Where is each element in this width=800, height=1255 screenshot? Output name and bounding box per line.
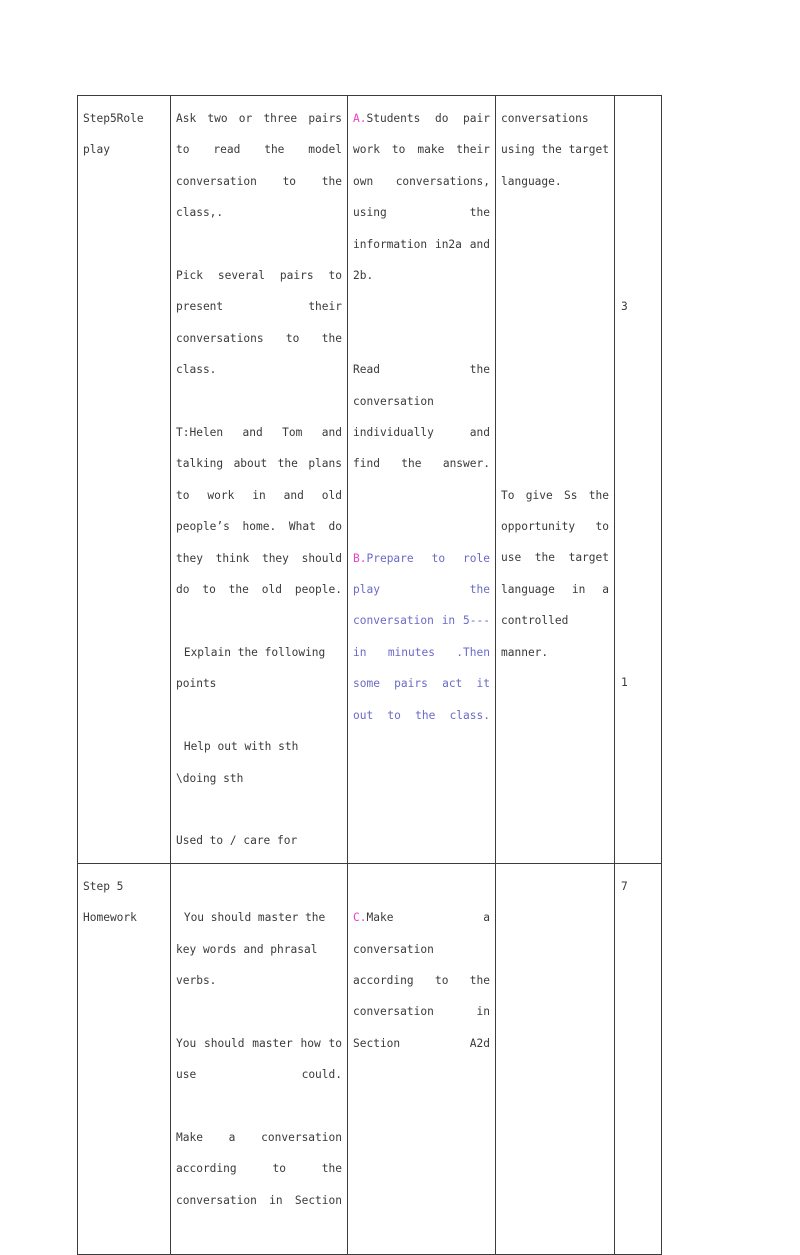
minutes-value-3: 7 xyxy=(621,879,628,893)
spacer-block xyxy=(501,229,609,480)
student-block-b-text: Prepare to role play the conversation in… xyxy=(353,551,490,722)
spacer-line xyxy=(353,871,490,902)
document-page: Step5Role play Ask two or three pairs to… xyxy=(0,0,800,1255)
homework-activity-box: You should master the key words and phra… xyxy=(171,864,347,1254)
cell-teacher-activity: You should master the key words and phra… xyxy=(170,862,348,1255)
homework-para-2: You should master how to use could. xyxy=(176,1036,342,1082)
student-block-c: C.Make a conversation according to the c… xyxy=(353,902,490,1090)
minutes-box: 3 1 xyxy=(615,96,661,705)
homework-para-1: You should master the key words and phra… xyxy=(176,911,326,987)
student-block-c-text: Make a conversation according to the con… xyxy=(353,911,490,1050)
minutes-value-1: 3 xyxy=(621,300,628,313)
cell-student-activity: C.Make a conversation according to the c… xyxy=(347,862,496,1255)
cell-step-label: Step 5 Homework xyxy=(77,862,171,1255)
homework-label-line1: Step 5 xyxy=(83,879,124,893)
homework-label-box: Step 5 Homework xyxy=(78,864,170,940)
teacher-para-1: Ask two or three pairs to read the model… xyxy=(176,112,342,220)
student-block-a: A.Students do pair work to make their ow… xyxy=(353,103,490,323)
cell-minutes: 3 1 xyxy=(614,95,662,864)
spacer-block xyxy=(621,322,656,667)
teacher-para-4: Explain the following points xyxy=(176,645,326,691)
purpose-box: conversations using the target language.… xyxy=(496,96,614,705)
marker-a: A. xyxy=(353,112,367,125)
cell-purpose: conversations using the target language.… xyxy=(495,95,615,864)
lesson-plan-table: Step5Role play Ask two or three pairs to… xyxy=(77,95,662,1255)
teacher-para-3: T:Helen and Tom and talking about the pl… xyxy=(176,426,342,597)
purpose-para-empty xyxy=(501,871,609,902)
student-block-b: B.Prepare to role play the conversation … xyxy=(353,543,490,763)
homework-label-line2: Homework xyxy=(83,911,137,925)
purpose-para-1: conversations using the target language. xyxy=(501,112,609,188)
minutes-value-2: 1 xyxy=(621,676,628,690)
spacer-line xyxy=(353,511,490,542)
cell-teacher-activity: Ask two or three pairs to read the model… xyxy=(170,95,348,864)
homework-para-3: Make a conversation according to the con… xyxy=(176,1130,342,1207)
cell-minutes: 7 xyxy=(614,862,662,1255)
minutes-box: 7 xyxy=(615,864,661,908)
marker-b: B. xyxy=(353,551,367,565)
cell-purpose xyxy=(495,862,615,1255)
homework-student-box: C.Make a conversation according to the c… xyxy=(348,864,495,1097)
student-block-a-text: Students do pair work to make their own … xyxy=(353,112,490,283)
table-row: Step 5 Homework You should master the ke… xyxy=(77,862,662,1255)
spacer-block xyxy=(621,103,656,291)
cell-step-label: Step5Role play xyxy=(77,95,171,864)
purpose-box-empty xyxy=(496,864,614,908)
spacer-line xyxy=(176,871,342,902)
step-label-box: Step5Role play xyxy=(78,96,170,172)
marker-c: C. xyxy=(353,911,367,925)
step-label-line1: Step5Role xyxy=(83,112,144,125)
teacher-para-6: Used to / care for xyxy=(176,834,298,848)
table-row: Step5Role play Ask two or three pairs to… xyxy=(77,95,662,864)
cell-student-activity: A.Students do pair work to make their ow… xyxy=(347,95,496,864)
step-label-line2: play xyxy=(83,143,110,157)
student-block-read: Read the conversation individually and f… xyxy=(353,363,490,471)
student-activity-box: A.Students do pair work to make their ow… xyxy=(348,96,495,769)
teacher-activity-box: Ask two or three pairs to read the model… xyxy=(171,96,347,863)
teacher-para-5: Help out with sth \doing sth xyxy=(176,740,299,785)
teacher-para-2: Pick several pairs to present their conv… xyxy=(176,269,342,377)
spacer-line xyxy=(353,323,490,354)
purpose-para-2: To give Ss the opportunity to use the ta… xyxy=(501,488,609,659)
